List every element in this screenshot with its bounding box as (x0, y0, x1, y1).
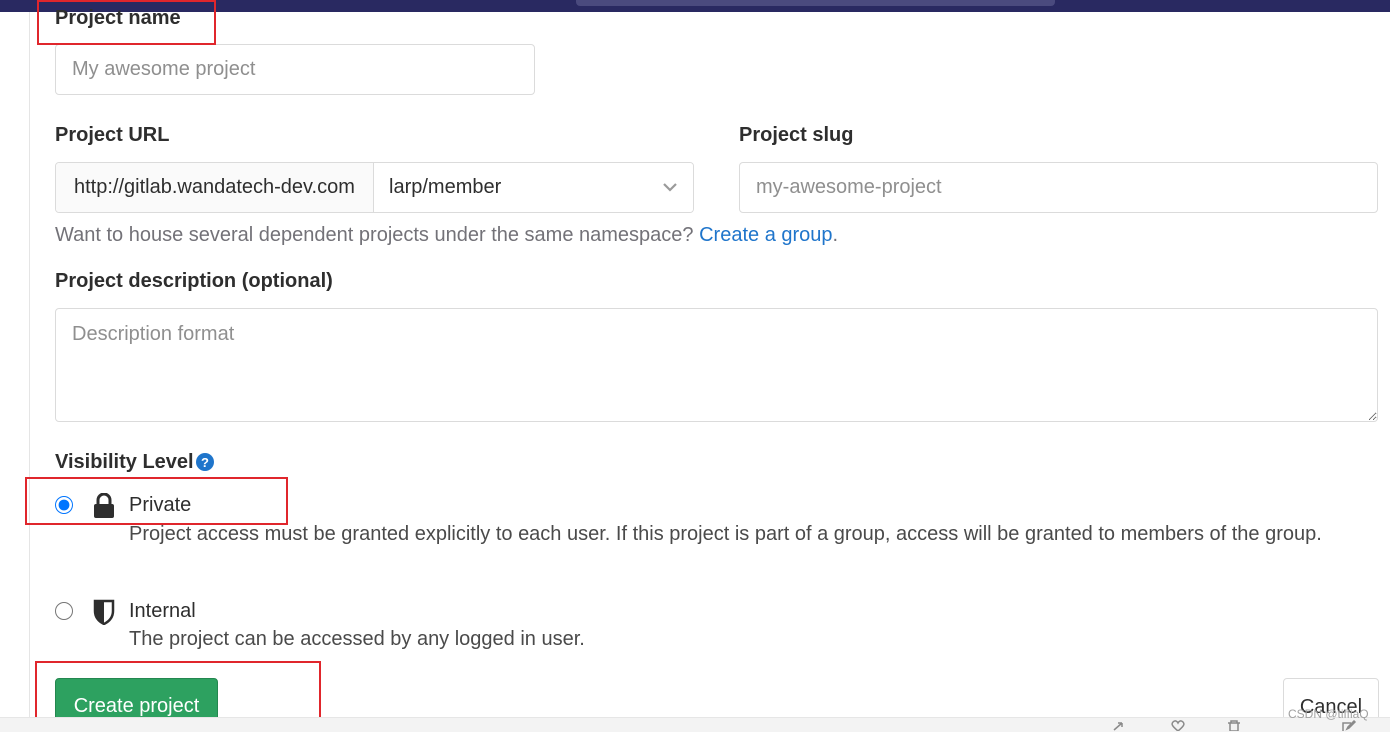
visibility-internal-radio[interactable] (55, 602, 73, 620)
project-name-label: Project name (55, 7, 181, 29)
group-help-text: Want to house several dependent projects… (55, 224, 838, 247)
project-slug-input[interactable] (739, 162, 1378, 213)
shield-icon (93, 599, 115, 625)
share-icon[interactable] (1112, 720, 1128, 731)
visibility-internal-title: Internal (129, 600, 196, 622)
visibility-private-title: Private (129, 494, 192, 516)
question-help-icon[interactable]: ? (196, 453, 214, 471)
project-url-prefix: http://gitlab.wandatech-dev.com (56, 163, 374, 212)
project-name-input[interactable] (55, 44, 535, 95)
project-description-input[interactable] (55, 308, 1378, 422)
trash-icon[interactable] (1226, 720, 1242, 731)
create-group-link[interactable]: Create a group (699, 224, 832, 246)
visibility-level-label: Visibility Level (55, 451, 194, 473)
project-url-group: http://gitlab.wandatech-dev.com larp/mem… (55, 162, 694, 213)
project-slug-label: Project slug (739, 124, 854, 146)
group-help-message: Want to house several dependent projects… (55, 224, 700, 246)
svg-text:?: ? (201, 455, 209, 470)
visibility-private-description: Project access must be granted explicitl… (129, 523, 1322, 545)
namespace-select-value: larp/member (389, 176, 502, 198)
chevron-down-icon (663, 183, 677, 192)
navbar-search-bar[interactable] (576, 0, 1055, 6)
lock-icon (94, 493, 114, 518)
visibility-internal-description: The project can be accessed by any logge… (129, 628, 585, 650)
heart-icon[interactable] (1170, 720, 1186, 731)
namespace-select[interactable]: larp/member (374, 163, 693, 212)
edit-icon[interactable] (1341, 720, 1357, 731)
watermark-text: CSDN @tiffiaQ (1288, 707, 1369, 721)
top-navbar (0, 0, 1390, 12)
project-description-label: Project description (optional) (55, 270, 333, 292)
group-help-suffix: . (832, 224, 839, 246)
visibility-private-radio[interactable] (55, 496, 73, 514)
sidebar-divider (29, 12, 30, 717)
project-url-label: Project URL (55, 124, 170, 146)
